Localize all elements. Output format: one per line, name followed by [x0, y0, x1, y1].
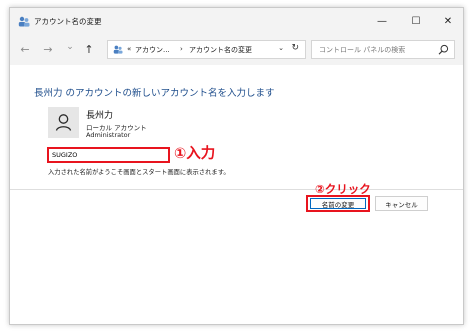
search-icon — [438, 44, 449, 55]
close-icon: ✕ — [443, 16, 453, 27]
minimize-icon: — — [377, 16, 387, 27]
up-button[interactable]: ↑ — [82, 43, 96, 56]
account-role: Administrator — [86, 131, 131, 139]
avatar — [48, 107, 79, 138]
back-arrow-icon: ← — [20, 43, 30, 56]
back-button[interactable]: ← — [18, 43, 32, 56]
maximize-icon: ☐ — [411, 16, 421, 27]
focus-ring — [310, 198, 366, 209]
up-arrow-icon: ↑ — [84, 43, 94, 56]
user-name: 長州力 — [86, 111, 114, 121]
cancel-button[interactable]: キャンセル — [375, 196, 428, 211]
forward-button[interactable]: → — [41, 43, 55, 56]
navigation-bar: ← → ⌄ ↑ « アカウン... › アカウント名の変更 ⌄ ↻ コントロール… — [10, 35, 463, 65]
window-title: アカウント名の変更 — [34, 17, 102, 26]
user-icon — [55, 114, 72, 131]
breadcrumb-overflow[interactable]: « — [127, 45, 131, 53]
address-bar[interactable]: « アカウン... › アカウント名の変更 ⌄ ↻ — [107, 40, 306, 59]
divider — [10, 189, 463, 190]
account-rename-window: アカウント名の変更 — ☐ ✕ ← → ⌄ ↑ « アカウン... › アカウン… — [9, 7, 464, 325]
breadcrumb-rename-account[interactable]: アカウント名の変更 — [189, 45, 252, 55]
minimize-button[interactable]: — — [365, 8, 399, 35]
new-account-name-input[interactable] — [47, 147, 170, 163]
recent-locations-button[interactable]: ⌄ — [63, 42, 77, 52]
info-text: 入力された名前がようこそ画面とスタート画面に表示されます。 — [48, 169, 230, 176]
cancel-button-label: キャンセル — [385, 200, 418, 209]
chevron-down-icon[interactable]: ⌄ — [278, 44, 284, 52]
annotation-step-1: ①入力 — [174, 146, 216, 162]
chevron-down-icon: ⌄ — [66, 42, 74, 52]
breadcrumb-accounts[interactable]: アカウン... — [135, 45, 170, 55]
page-heading: 長州力 のアカウントの新しいアカウント名を入力します — [34, 88, 275, 99]
title-bar: アカウント名の変更 — ☐ ✕ — [10, 8, 463, 35]
search-input[interactable]: コントロール パネルの検索 — [319, 45, 405, 55]
users-icon — [18, 16, 30, 27]
refresh-icon[interactable]: ↻ — [291, 43, 299, 53]
breadcrumb-separator: › — [180, 45, 183, 53]
search-box[interactable]: コントロール パネルの検索 — [311, 40, 455, 59]
users-icon — [113, 45, 123, 54]
rename-button[interactable]: 名前の変更 — [306, 195, 370, 212]
maximize-button[interactable]: ☐ — [399, 8, 433, 35]
close-button[interactable]: ✕ — [431, 8, 463, 35]
forward-arrow-icon: → — [43, 43, 53, 56]
